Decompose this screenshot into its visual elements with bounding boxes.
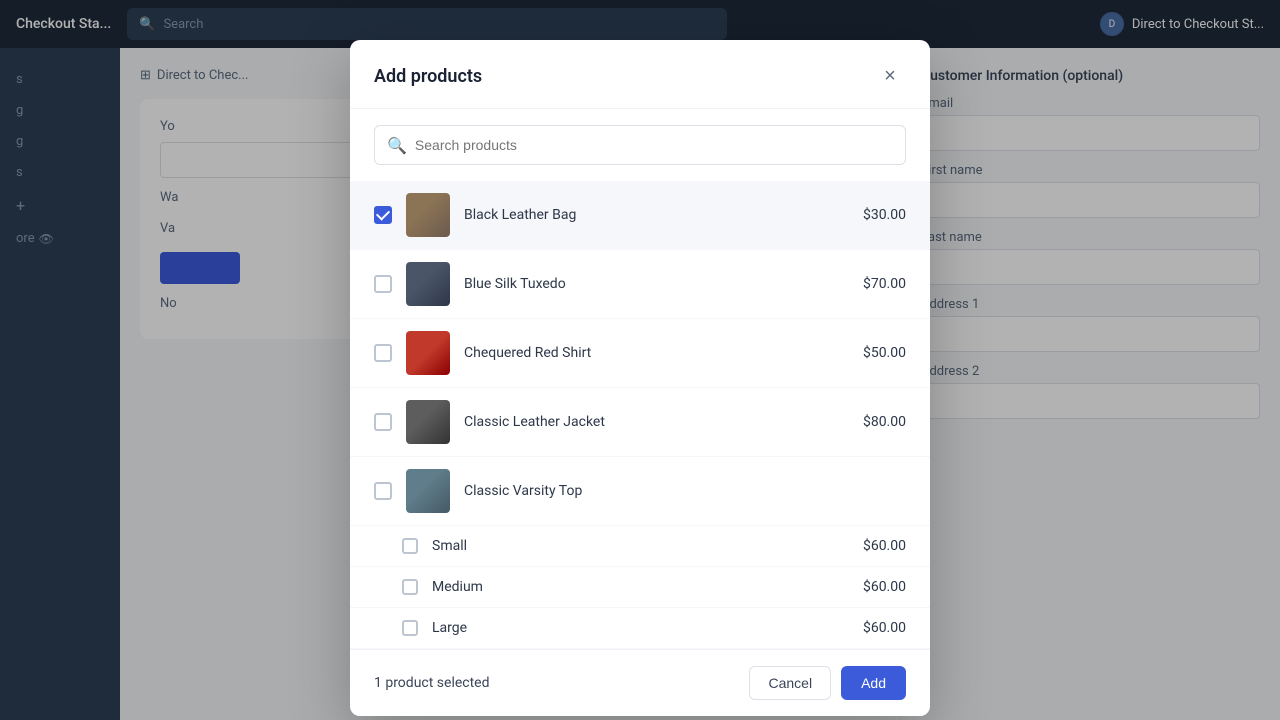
list-item[interactable]: Classic Leather Jacket $80.00 (350, 388, 930, 457)
modal-overlay: Add products × 🔍 Black Leather Bag $30.0… (0, 0, 1280, 720)
product-name: Classic Leather Jacket (464, 414, 849, 430)
modal-title: Add products (374, 66, 482, 87)
product-checkbox-classic-varsity-top[interactable] (374, 482, 392, 500)
cancel-button[interactable]: Cancel (749, 666, 831, 700)
modal-header: Add products × (350, 40, 930, 109)
product-thumbnail (406, 469, 450, 513)
variant-price: $60.00 (863, 620, 906, 636)
product-checkbox-classic-leather-jacket[interactable] (374, 413, 392, 431)
variant-checkbox-medium[interactable] (402, 579, 418, 595)
variant-checkbox-large[interactable] (402, 620, 418, 636)
product-checkbox-black-leather-bag[interactable] (374, 206, 392, 224)
product-search-wrap[interactable]: 🔍 (374, 125, 906, 165)
product-price: $70.00 (863, 276, 906, 292)
product-thumbnail (406, 262, 450, 306)
list-item[interactable]: Blue Silk Tuxedo $70.00 (350, 250, 930, 319)
product-price: $80.00 (863, 414, 906, 430)
list-item[interactable]: Chequered Red Shirt $50.00 (350, 319, 930, 388)
variant-name: Large (432, 620, 849, 636)
product-name: Black Leather Bag (464, 207, 849, 223)
footer-buttons: Cancel Add (749, 666, 906, 700)
modal-search-area: 🔍 (350, 109, 930, 181)
modal-close-button[interactable]: × (874, 60, 906, 92)
variant-name: Medium (432, 579, 849, 595)
add-button[interactable]: Add (841, 666, 906, 700)
product-name: Blue Silk Tuxedo (464, 276, 849, 292)
search-icon: 🔍 (387, 136, 407, 155)
search-input[interactable] (415, 137, 893, 153)
product-thumbnail (406, 331, 450, 375)
product-thumbnail (406, 400, 450, 444)
product-checkbox-chequered-red-shirt[interactable] (374, 344, 392, 362)
product-list: Black Leather Bag $30.00 Blue Silk Tuxed… (350, 181, 930, 649)
product-name: Chequered Red Shirt (464, 345, 849, 361)
selected-count: 1 product selected (374, 675, 490, 691)
product-price: $30.00 (863, 207, 906, 223)
variant-price: $60.00 (863, 538, 906, 554)
variant-checkbox-small[interactable] (402, 538, 418, 554)
list-item[interactable]: Large $60.00 (350, 608, 930, 649)
add-products-modal: Add products × 🔍 Black Leather Bag $30.0… (350, 40, 930, 716)
product-checkbox-blue-silk-tuxedo[interactable] (374, 275, 392, 293)
list-item[interactable]: Black Leather Bag $30.00 (350, 181, 930, 250)
variant-name: Small (432, 538, 849, 554)
list-item[interactable]: Small $60.00 (350, 526, 930, 567)
product-thumbnail (406, 193, 450, 237)
list-item[interactable]: Classic Varsity Top (350, 457, 930, 526)
product-price: $50.00 (863, 345, 906, 361)
list-item[interactable]: Medium $60.00 (350, 567, 930, 608)
modal-footer: 1 product selected Cancel Add (350, 649, 930, 716)
product-name: Classic Varsity Top (464, 483, 892, 499)
variant-price: $60.00 (863, 579, 906, 595)
